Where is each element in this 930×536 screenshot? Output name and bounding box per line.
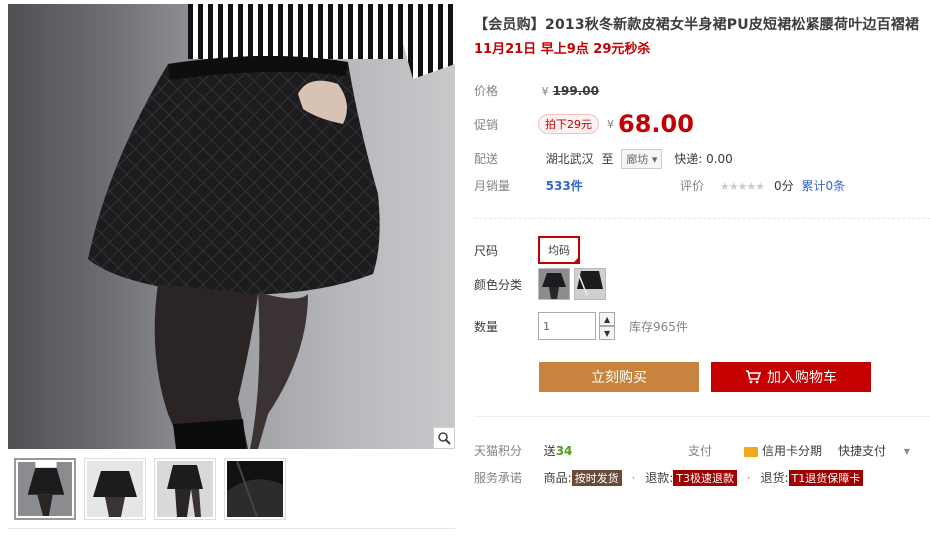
decrease-button[interactable]: ▼ bbox=[599, 326, 616, 340]
swatch-image bbox=[539, 269, 570, 299]
buy-now-label: 立刻购买 bbox=[591, 370, 647, 386]
review-count-link[interactable]: 累计0条 bbox=[801, 179, 845, 193]
main-product-image[interactable] bbox=[8, 4, 455, 449]
color-swatch-2[interactable] bbox=[574, 268, 607, 300]
quantity-row: 数量 ▲ ▼ 库存965件 bbox=[474, 312, 688, 340]
service-row: 服务承诺 商品: 按时发货 · 退款: T3极速退款 · 退货: T1退货保障卡 bbox=[474, 469, 864, 486]
color-row: 颜色分类 bbox=[474, 268, 610, 300]
thumbnail-1[interactable] bbox=[14, 458, 76, 520]
shipping-fee: 快递: 0.00 bbox=[674, 152, 733, 166]
points-label: 天猫积分 bbox=[474, 444, 523, 458]
service-refund-prefix: 退款: bbox=[645, 471, 674, 485]
divider bbox=[474, 416, 930, 417]
chevron-down-icon: ▾ bbox=[903, 444, 910, 458]
service-goods-prefix: 商品: bbox=[543, 471, 572, 485]
points-prefix: 送 bbox=[543, 444, 556, 458]
points-value: 34 bbox=[555, 444, 573, 458]
payment-label: 支付 bbox=[688, 444, 713, 458]
currency-symbol: ¥ bbox=[541, 85, 549, 98]
size-row: 尺码 均码 bbox=[474, 236, 581, 264]
rating-score: 0分 bbox=[773, 179, 794, 193]
thumbnail-4[interactable] bbox=[224, 458, 286, 520]
quick-pay-label: 快捷支付 bbox=[838, 444, 887, 458]
credit-installment[interactable]: 信用卡分期 bbox=[744, 442, 822, 459]
origin-location: 湖北武汉 bbox=[545, 152, 594, 166]
thumbnail-image bbox=[18, 462, 72, 516]
increase-button[interactable]: ▲ bbox=[599, 312, 616, 326]
service-return-prefix: 退货: bbox=[760, 471, 789, 485]
thumbnail-strip bbox=[14, 458, 286, 520]
destination-value: 廊坊 bbox=[626, 153, 649, 166]
thumbnail-image bbox=[87, 461, 143, 517]
add-to-cart-label: 加入购物车 bbox=[767, 370, 837, 386]
delivery-row: 配送 湖北武汉 至 廊坊 ▾ 快递: 0.00 bbox=[474, 149, 733, 169]
color-swatch-1[interactable] bbox=[538, 268, 571, 300]
original-price: 199.00 bbox=[552, 84, 599, 98]
monthly-sales-count[interactable]: 533件 bbox=[546, 179, 583, 193]
cart-icon bbox=[746, 370, 761, 384]
zoom-icon bbox=[438, 432, 451, 445]
thumbnail-2[interactable] bbox=[84, 458, 146, 520]
flash-sale-notice: 11月21日 早上9点 29元秒杀 bbox=[474, 42, 651, 57]
buy-now-button[interactable]: 立刻购买 bbox=[539, 362, 699, 392]
size-label: 尺码 bbox=[474, 243, 499, 258]
sales-row: 月销量 533件 评价 ★★★★★ 0分 累计0条 bbox=[474, 177, 930, 194]
quantity-input[interactable] bbox=[538, 312, 597, 340]
zoom-button[interactable] bbox=[433, 427, 455, 449]
promo-tag: 拍下29元 bbox=[538, 114, 600, 134]
service-label: 服务承诺 bbox=[474, 471, 523, 485]
credit-card-icon bbox=[744, 446, 758, 457]
delivery-label: 配送 bbox=[474, 152, 499, 166]
service-tag-ontime[interactable]: 按时发货 bbox=[571, 470, 622, 486]
rating-label: 评价 bbox=[680, 179, 705, 193]
product-header: 【会员购】2013秋冬新款皮裙女半身裙PU皮短裙松紧腰荷叶边百褶裙 11月21日… bbox=[474, 14, 930, 57]
points-row: 天猫积分 送34 支付 信用卡分期 快捷支付 ▾ bbox=[474, 442, 930, 459]
quick-pay[interactable]: 快捷支付 ▾ bbox=[838, 442, 910, 459]
price-row: 价格 ¥199.00 bbox=[474, 82, 599, 99]
currency-symbol: ¥ bbox=[607, 117, 615, 131]
chevron-down-icon: ▾ bbox=[651, 153, 658, 166]
monthly-sales-label: 月销量 bbox=[474, 179, 511, 193]
promo-row: 促销 拍下29元 ¥ 68.00 bbox=[474, 110, 694, 138]
add-to-cart-button[interactable]: 加入购物车 bbox=[711, 362, 871, 392]
swatch-image bbox=[575, 269, 606, 299]
to-word: 至 bbox=[601, 152, 614, 166]
product-photo bbox=[88, 4, 455, 449]
destination-select[interactable]: 廊坊 ▾ bbox=[621, 149, 663, 169]
service-tag-refund[interactable]: T3极速退款 bbox=[673, 470, 737, 486]
thumbnail-image bbox=[227, 460, 283, 518]
promo-label: 促销 bbox=[474, 117, 499, 132]
divider bbox=[474, 218, 930, 219]
rating-group: 评价 ★★★★★ 0分 累计0条 bbox=[680, 177, 845, 194]
stock-count: 库存965件 bbox=[629, 319, 688, 334]
promo-price: 68.00 bbox=[618, 110, 694, 138]
product-title: 【会员购】2013秋冬新款皮裙女半身裙PU皮短裙松紧腰荷叶边百褶裙 bbox=[474, 17, 920, 33]
service-tag-return[interactable]: T1退货保障卡 bbox=[788, 470, 864, 486]
rating-stars: ★★★★★ bbox=[719, 180, 765, 193]
quantity-stepper: ▲ ▼ bbox=[599, 312, 616, 340]
price-label: 价格 bbox=[474, 84, 499, 98]
credit-installment-label: 信用卡分期 bbox=[762, 444, 823, 458]
thumbnail-image bbox=[157, 461, 213, 517]
quantity-label: 数量 bbox=[474, 319, 499, 334]
separator-dot: · bbox=[746, 471, 751, 485]
separator-dot: · bbox=[631, 471, 636, 485]
thumbnail-3[interactable] bbox=[154, 458, 216, 520]
divider bbox=[8, 528, 455, 529]
color-label: 颜色分类 bbox=[474, 277, 523, 292]
size-option-onesize[interactable]: 均码 bbox=[538, 236, 581, 264]
